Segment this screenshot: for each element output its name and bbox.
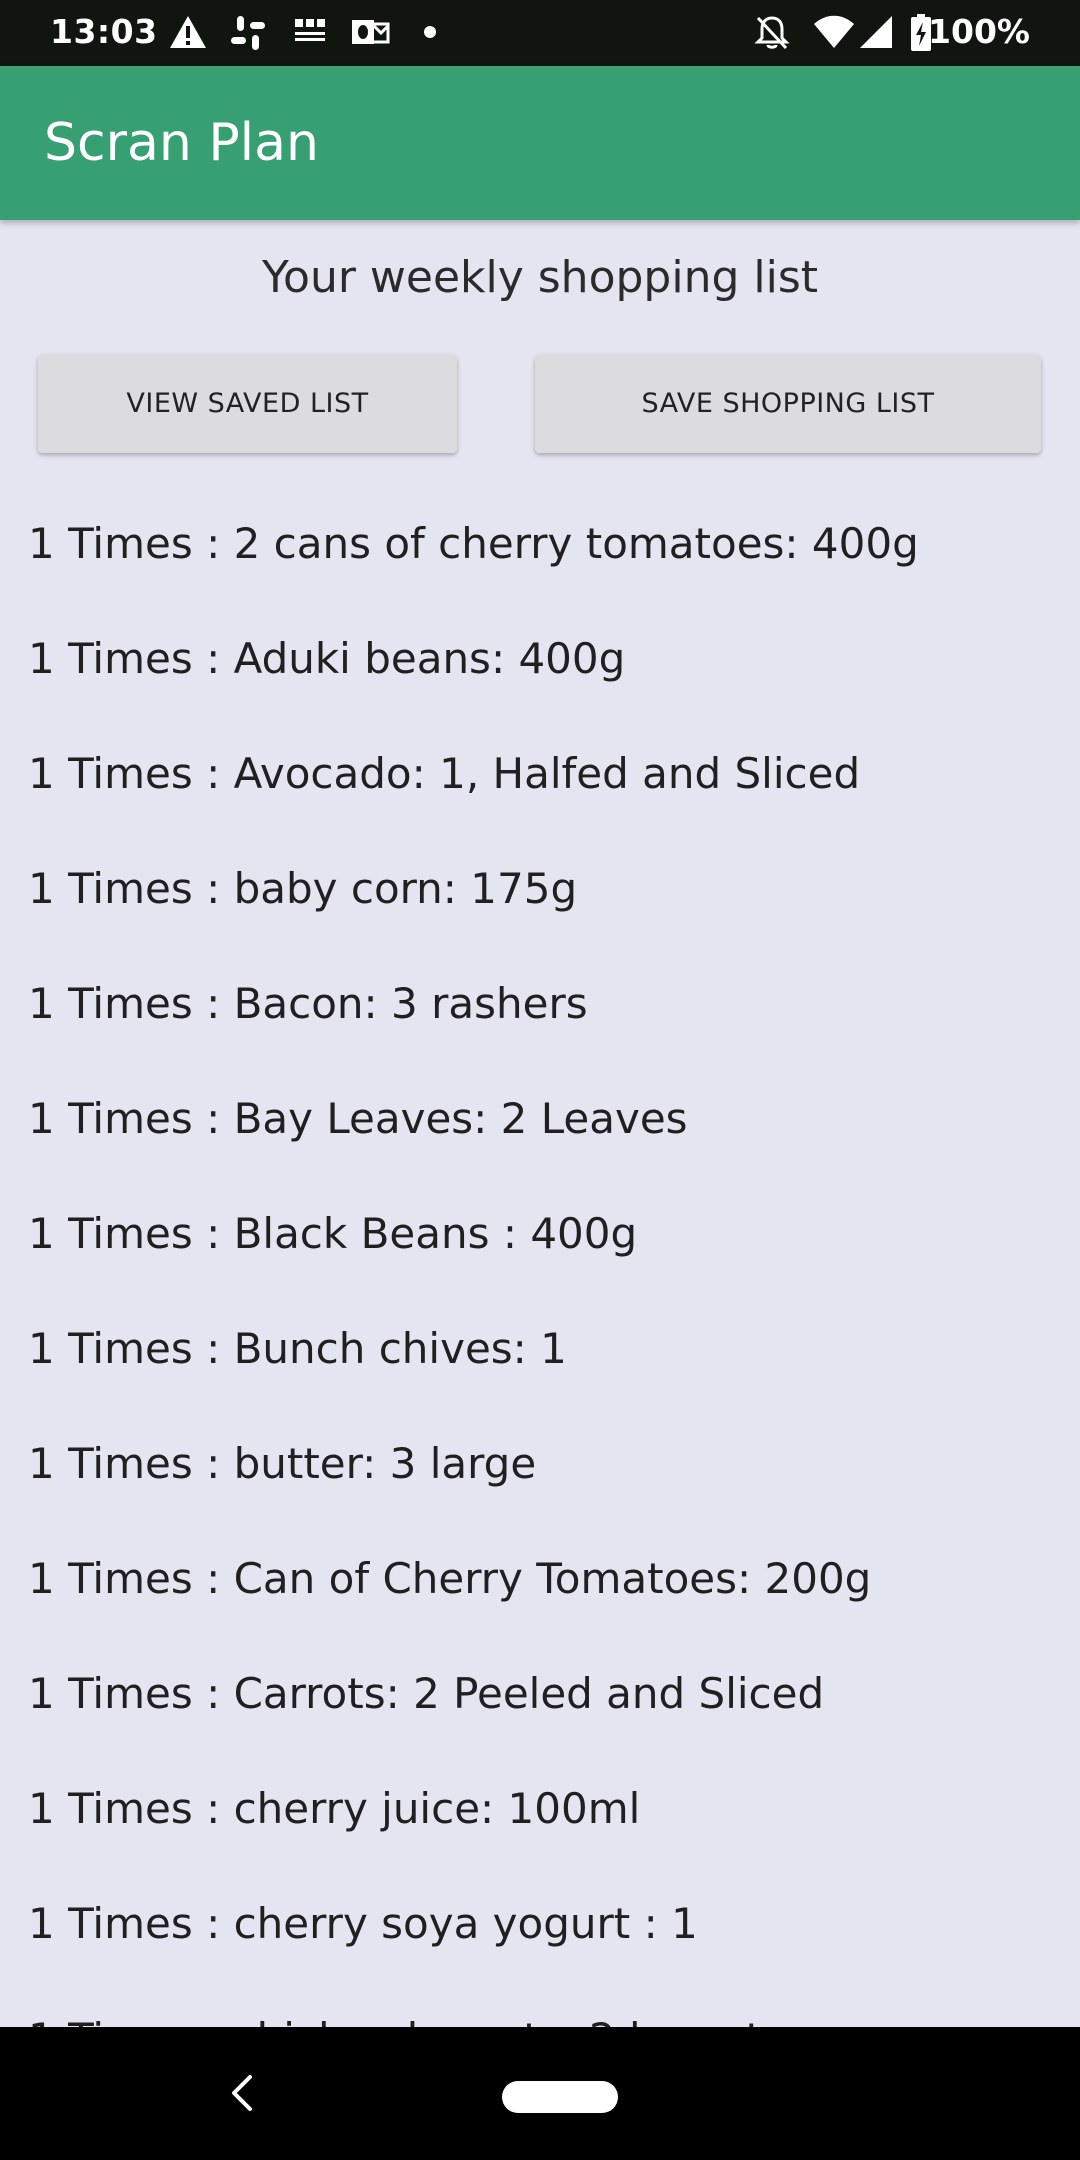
- back-icon[interactable]: [222, 2071, 266, 2115]
- list-item[interactable]: 1 Times : butter: 3 large: [0, 1399, 1080, 1514]
- status-bar: 13:03 100%: [0, 0, 1080, 66]
- list-item[interactable]: 1 Times : Avocado: 1, Halfed and Sliced: [0, 709, 1080, 824]
- battery-percent: 100%: [928, 12, 1030, 51]
- signal-icon: [860, 16, 892, 48]
- list-item[interactable]: 1 Times : Bay Leaves: 2 Leaves: [0, 1054, 1080, 1169]
- dot-icon: [424, 26, 436, 38]
- warning-icon: [170, 16, 206, 48]
- shopping-list[interactable]: 1 Times : 2 cans of cherry tomatoes: 400…: [0, 479, 1080, 2027]
- navigation-bar: [0, 2027, 1080, 2160]
- list-item[interactable]: 1 Times : baby corn: 175g: [0, 824, 1080, 939]
- list-item[interactable]: 1 Times : cherry soya yogurt : 1: [0, 1859, 1080, 1974]
- list-item[interactable]: 1 Times : chicken breasts: 2 breasts: [0, 1974, 1080, 2027]
- slack-icon: [231, 16, 265, 50]
- page-subtitle: Your weekly shopping list: [261, 252, 818, 303]
- list-item[interactable]: 1 Times : Bunch chives: 1: [0, 1284, 1080, 1399]
- outlook-icon: [352, 20, 390, 44]
- list-item[interactable]: 1 Times : Carrots: 2 Peeled and Sliced: [0, 1629, 1080, 1744]
- bbc-news-icon: [295, 19, 325, 41]
- list-item[interactable]: 1 Times : Aduki beans: 400g: [0, 594, 1080, 709]
- status-time: 13:03: [50, 12, 158, 51]
- home-pill[interactable]: [502, 2081, 618, 2113]
- list-item[interactable]: 1 Times : Can of Cherry Tomatoes: 200g: [0, 1514, 1080, 1629]
- app-bar: Scran Plan: [0, 66, 1080, 220]
- view-saved-list-button[interactable]: VIEW SAVED LIST: [38, 355, 457, 453]
- list-item[interactable]: 1 Times : Bacon: 3 rashers: [0, 939, 1080, 1054]
- list-item[interactable]: 1 Times : Black Beans : 400g: [0, 1169, 1080, 1284]
- notifications-off-icon: [754, 16, 790, 50]
- wifi-icon: [814, 15, 854, 48]
- app-title: Scran Plan: [44, 113, 319, 173]
- list-item[interactable]: 1 Times : cherry juice: 100ml: [0, 1744, 1080, 1859]
- save-shopping-list-button[interactable]: SAVE SHOPPING LIST: [535, 355, 1041, 453]
- list-item[interactable]: 1 Times : 2 cans of cherry tomatoes: 400…: [0, 479, 1080, 594]
